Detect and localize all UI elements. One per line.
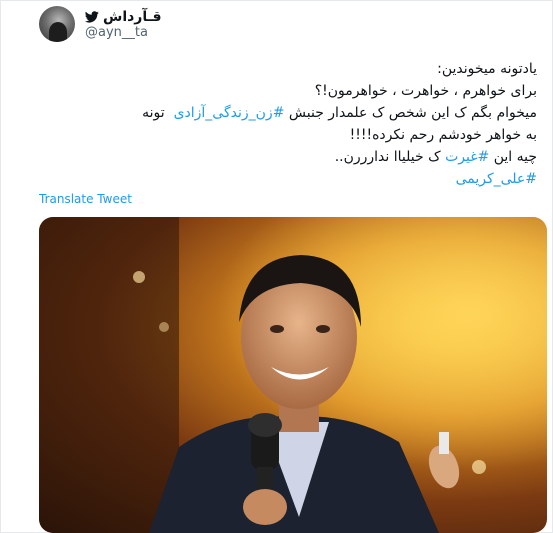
user-handle[interactable]: @ayn__ta	[85, 25, 148, 40]
tweet-line: چیه این #غیرت ک خیلیاا ندارررن..	[17, 146, 537, 168]
display-name[interactable]: قـآرداش	[103, 9, 162, 25]
translate-tweet-link[interactable]: Translate Tweet	[39, 192, 132, 206]
hashtag-link[interactable]: #غیرت	[445, 149, 489, 165]
hashtag-link[interactable]: #علی_کریمی	[456, 171, 537, 187]
tweet-line: میخوام بگم ک این شخص ک علمدار جنبش #زن_ز…	[17, 102, 537, 124]
tweet-line: یادتونه میخوندین:	[437, 61, 537, 77]
photo-illustration	[39, 217, 547, 533]
tweet-photo[interactable]	[39, 217, 547, 533]
hashtag-link[interactable]: #زن_زندگی_آزادی	[174, 105, 285, 121]
tweet-text: یادتونه میخوندین: برای خواهرم ، خواهرت ،…	[17, 58, 537, 190]
tweet-text-segment: میخوام بگم ک این شخص ک علمدار جنبش	[288, 105, 537, 121]
tweet-line: برای خواهرم ، خواهرت ، خواهرمون!؟	[314, 83, 537, 99]
twitter-bird-icon	[85, 11, 99, 23]
tweet-line: #علی_کریمی	[17, 168, 537, 190]
tweet-text-segment: ک خیلیاا ندارررن..	[334, 149, 441, 165]
author-name-row[interactable]: قـآرداش	[85, 7, 162, 27]
tweet-text-segment: تونه	[142, 105, 165, 121]
tweet-line: به خواهر خودشم رحم نکرده!!!!	[349, 127, 537, 143]
avatar[interactable]	[39, 6, 75, 42]
tweet-text-segment: چیه این	[493, 149, 537, 165]
tweet-card[interactable]: قـآرداش @ayn__ta یادتونه میخوندین: برای …	[0, 0, 553, 533]
